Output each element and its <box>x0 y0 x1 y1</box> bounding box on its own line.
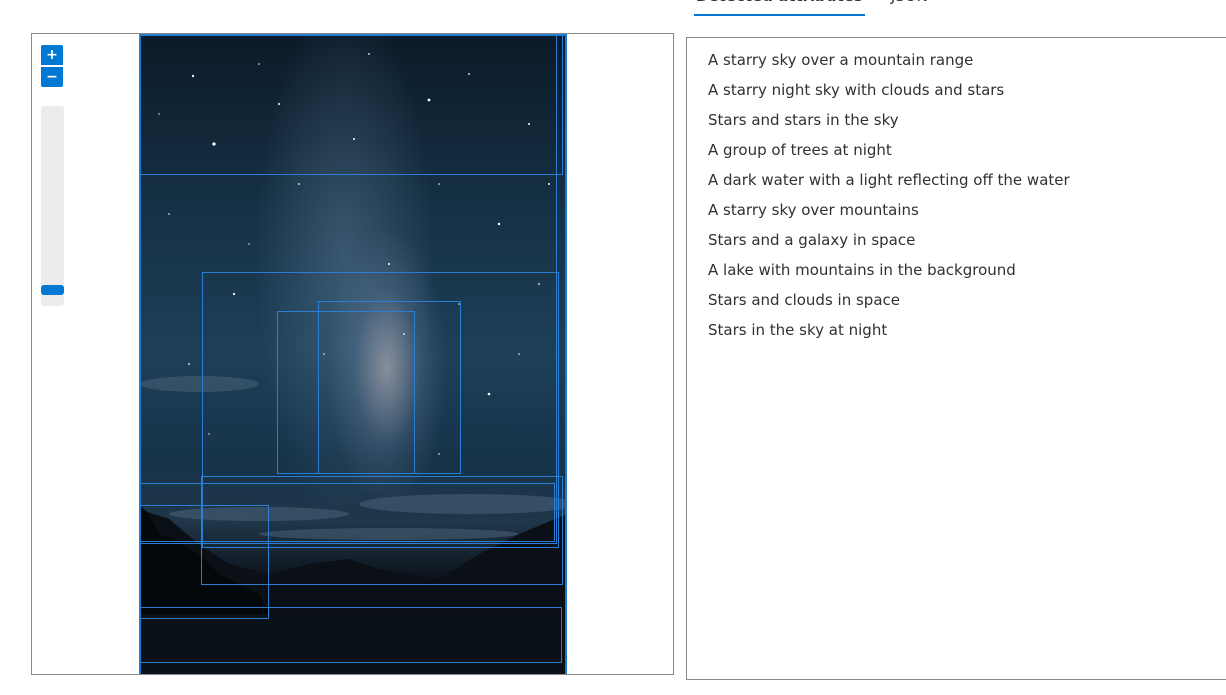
attribute-item[interactable]: A starry sky over a mountain range <box>708 48 1226 78</box>
bbox-trees[interactable] <box>139 505 269 619</box>
image-viewer: + − <box>31 33 674 675</box>
tab-detected-attributes[interactable]: Detected attributes <box>694 0 865 16</box>
tab-json[interactable]: JSON <box>889 0 930 16</box>
attribute-item[interactable]: A group of trees at night <box>708 138 1226 168</box>
tab-bar: Detected attributes JSON <box>694 0 930 18</box>
zoom-slider-thumb[interactable] <box>41 285 64 295</box>
analyzed-image <box>139 34 567 674</box>
zoom-out-button[interactable]: − <box>41 67 63 87</box>
attribute-item[interactable]: A lake with mountains in the background <box>708 258 1226 288</box>
bbox-galaxy-inner[interactable] <box>318 301 461 474</box>
app-root: Detected attributes JSON + − <box>0 0 1226 695</box>
attributes-panel: A starry sky over a mountain range A star… <box>686 37 1226 680</box>
attribute-item[interactable]: Stars and stars in the sky <box>708 108 1226 138</box>
attribute-item[interactable]: Stars and a galaxy in space <box>708 228 1226 258</box>
zoom-in-button[interactable]: + <box>41 45 63 65</box>
zoom-slider[interactable] <box>41 106 64 306</box>
attribute-item[interactable]: A dark water with a light reflecting off… <box>708 168 1226 198</box>
attribute-item[interactable]: A starry night sky with clouds and stars <box>708 78 1226 108</box>
attribute-item[interactable]: Stars and clouds in space <box>708 288 1226 318</box>
attribute-item[interactable]: A starry sky over mountains <box>708 198 1226 228</box>
attribute-item[interactable]: Stars in the sky at night <box>708 318 1226 348</box>
bbox-water[interactable] <box>139 607 562 663</box>
